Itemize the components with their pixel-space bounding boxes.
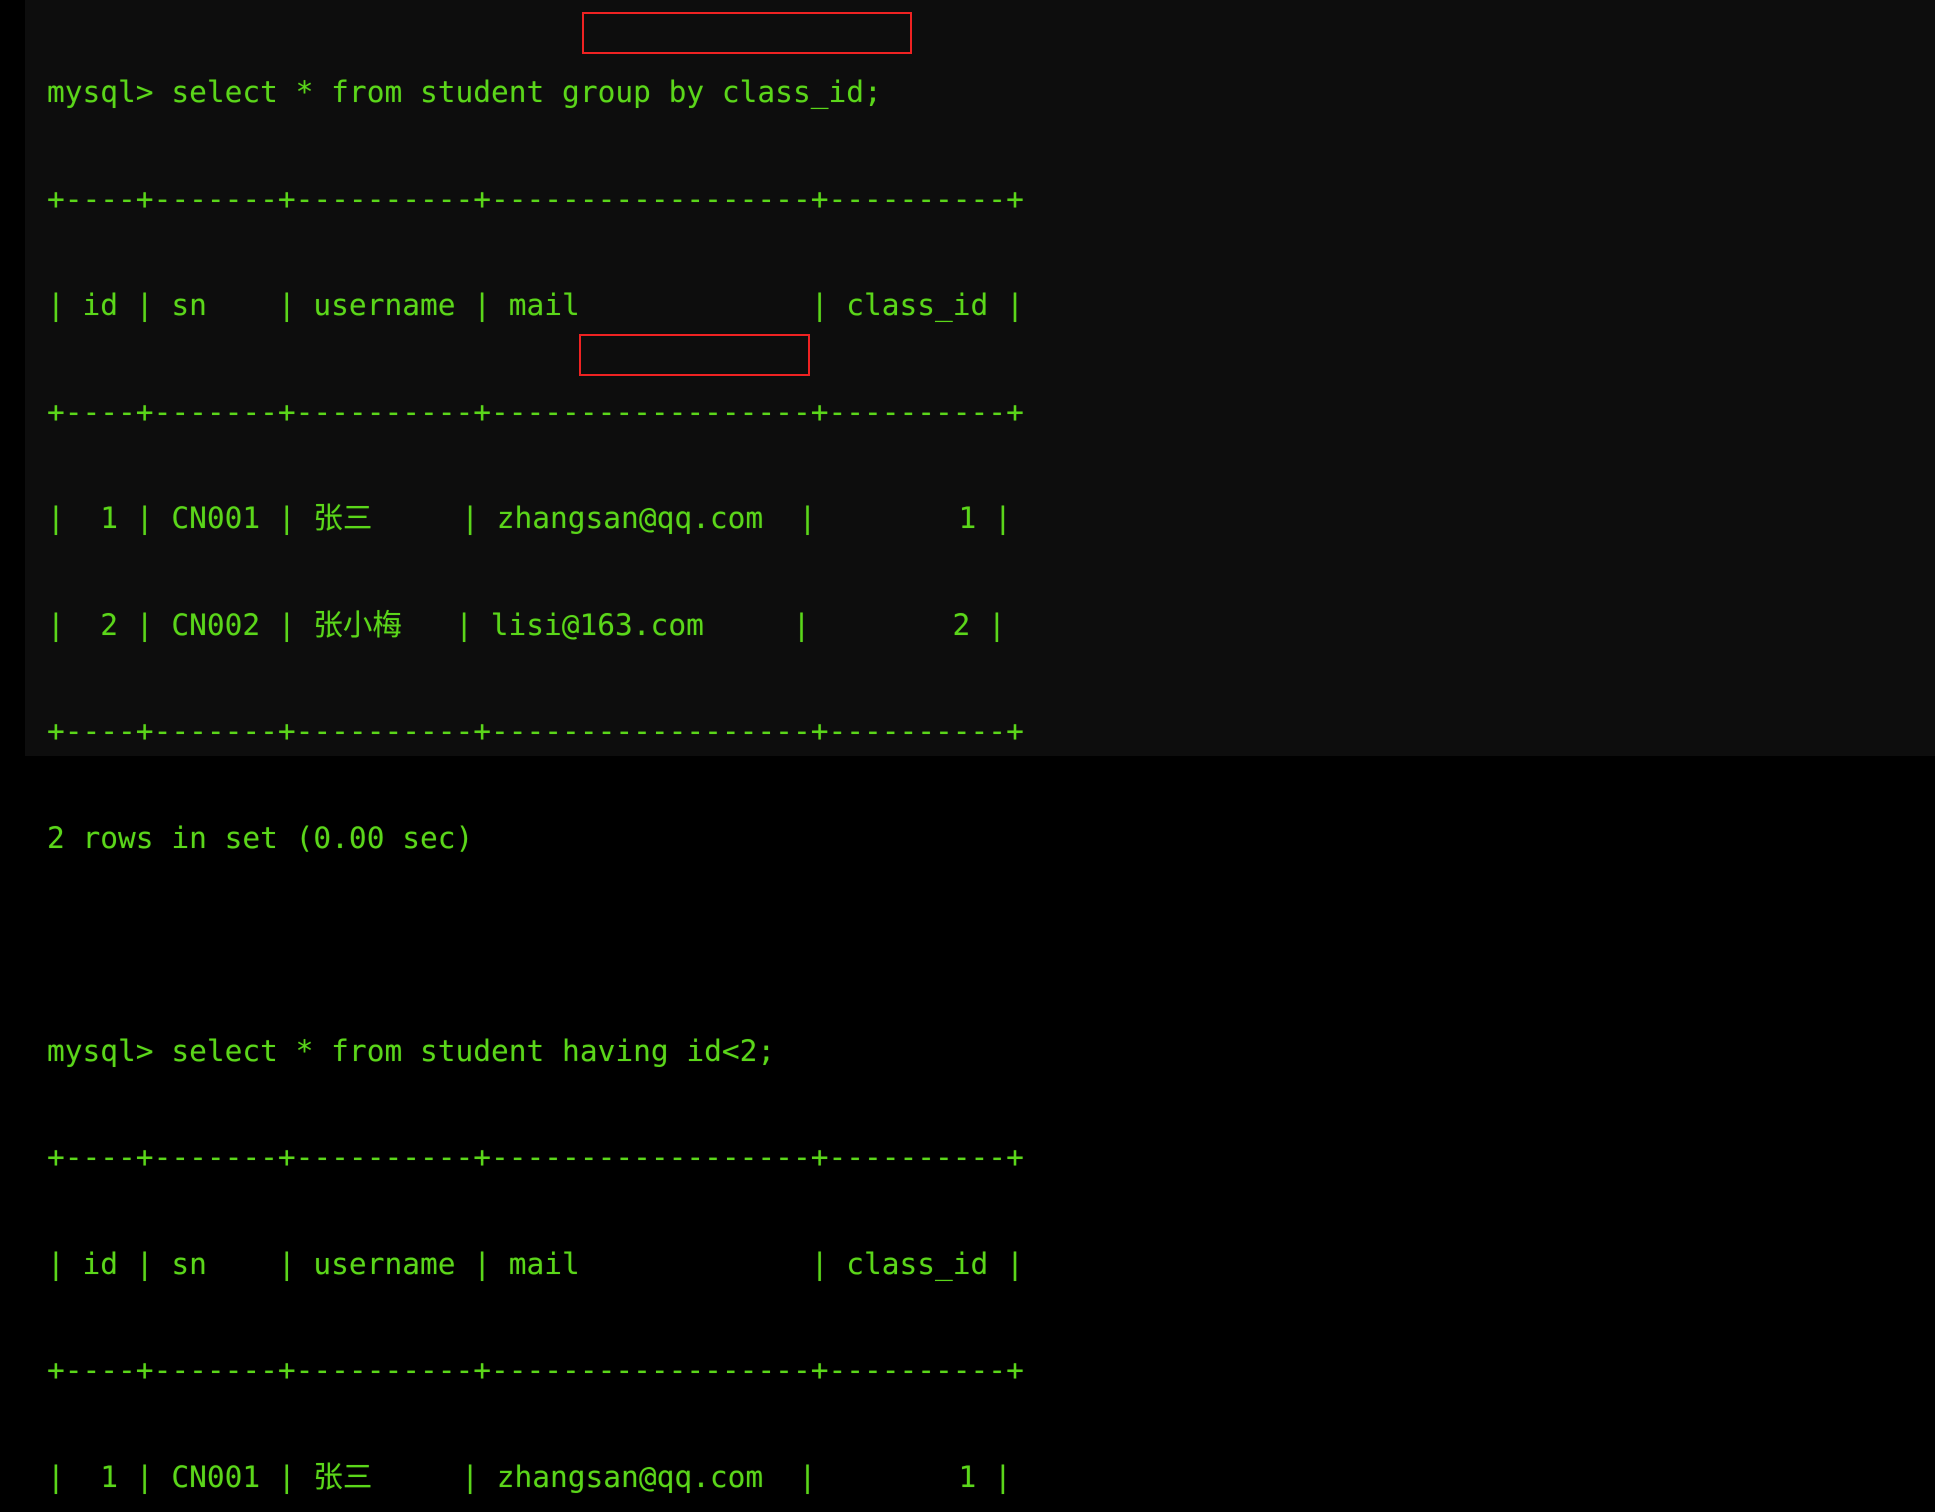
table-separator-mid-2: +----+-------+----------+---------------… bbox=[47, 1353, 1024, 1387]
result-status-1: 2 rows in set (0.00 sec) bbox=[47, 820, 474, 855]
table-separator-top-1: +----+-------+----------+---------------… bbox=[47, 181, 1024, 216]
terminal-window: mysql> select * from student group by cl… bbox=[0, 0, 1935, 1494]
terminal-output: mysql> select * from student group by cl… bbox=[47, 4, 1024, 1512]
command-line-group-by[interactable]: mysql> select * from student group by cl… bbox=[47, 75, 1024, 111]
terminal-canvas[interactable]: mysql> select * from student group by cl… bbox=[25, 0, 1935, 1494]
table-header-row-2: | id | sn | username | mail | class_id | bbox=[47, 1246, 1024, 1281]
table-separator-mid-1: +----+-------+----------+---------------… bbox=[47, 394, 1024, 429]
table-row: | 2 | CN002 | 张小梅 | lisi@163.com | 2 | bbox=[47, 607, 1006, 642]
table-row: | 1 | CN001 | 张三 | zhangsan@qq.com | 1 | bbox=[47, 1459, 1012, 1494]
table-separator-bottom-1: +----+-------+----------+---------------… bbox=[47, 714, 1024, 748]
table-separator-top-2: +----+-------+----------+---------------… bbox=[47, 1140, 1024, 1174]
command-line-having[interactable]: mysql> select * from student having id<2… bbox=[47, 1034, 1024, 1070]
table-row: | 1 | CN001 | 张三 | zhangsan@qq.com | 1 | bbox=[47, 501, 1012, 535]
table-header-row-1: | id | sn | username | mail | class_id | bbox=[47, 288, 1024, 322]
